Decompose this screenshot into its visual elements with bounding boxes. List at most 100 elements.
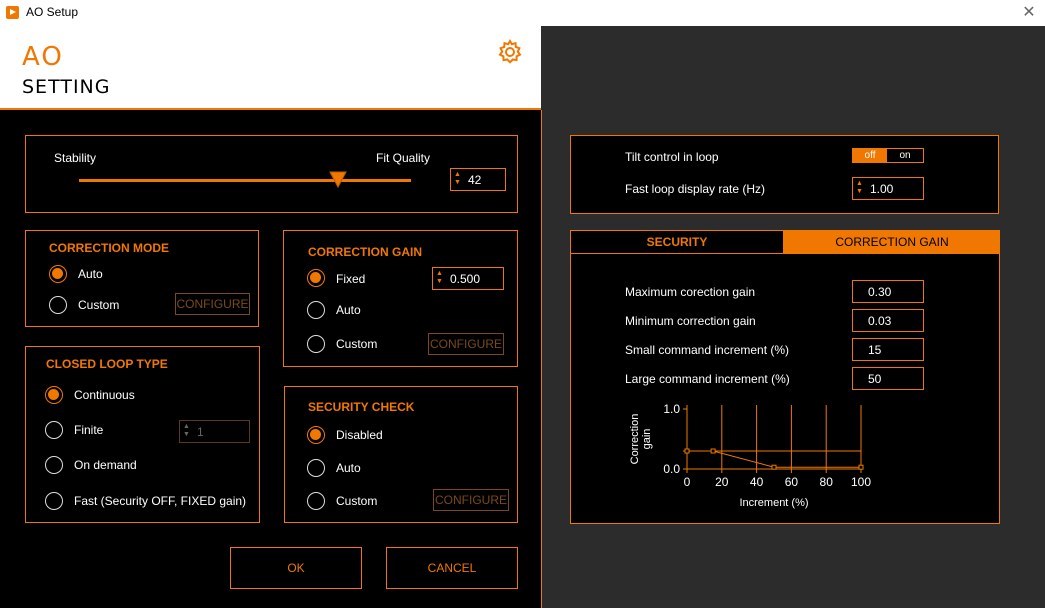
closed-loop-continuous-label: Continuous xyxy=(74,388,135,402)
stepper-arrows-icon[interactable]: ▲ ▼ xyxy=(183,423,190,439)
closed-loop-on-demand-radio[interactable] xyxy=(45,456,63,474)
min-gain-field[interactable]: 0.03 xyxy=(852,309,924,332)
security-check-custom-label: Custom xyxy=(336,494,378,508)
max-gain-field[interactable]: 0.30 xyxy=(852,280,924,303)
security-check-title: SECURITY CHECK xyxy=(308,400,415,414)
cancel-button[interactable]: CANCEL xyxy=(386,547,518,589)
toggle-on-segment[interactable]: on xyxy=(887,149,923,162)
closed-loop-fast-radio[interactable] xyxy=(45,492,63,510)
correction-gain-title: CORRECTION GAIN xyxy=(308,245,422,259)
fast-loop-rate-label: Fast loop display rate (Hz) xyxy=(625,182,766,196)
closed-loop-fast-label: Fast (Security OFF, FIXED gain) xyxy=(74,494,247,508)
correction-gain-fixed-radio[interactable] xyxy=(307,269,325,287)
correction-gain-auto-label: Auto xyxy=(336,303,361,317)
chart-xlabel: Increment (%) xyxy=(739,497,808,509)
fast-loop-rate-stepper[interactable]: ▲ ▼ 1.00 xyxy=(852,177,924,200)
closed-loop-on-demand-label: On demand xyxy=(74,458,137,472)
chart-xtick-label: 40 xyxy=(750,475,764,489)
chart-ytick-label: 1.0 xyxy=(663,402,680,416)
stability-panel: Stability Fit Quality ▲ ▼ 42 xyxy=(25,135,518,213)
stability-value: 42 xyxy=(468,173,482,187)
chart-xtick-label: 0 xyxy=(684,475,691,489)
security-check-auto-label: Auto xyxy=(336,461,361,475)
correction-gain-tab-panel: Maximum corection gain 0.30 Minimum corr… xyxy=(570,253,1000,524)
correction-mode-panel: CORRECTION MODE Auto Custom CONFIGURE xyxy=(25,230,259,327)
ok-button[interactable]: OK xyxy=(230,547,362,589)
security-check-custom-radio[interactable] xyxy=(307,492,325,510)
large-increment-label: Large command increment (%) xyxy=(625,372,790,386)
header-title-setting: SETTING xyxy=(22,76,111,98)
correction-gain-configure-button[interactable]: CONFIGURE xyxy=(428,333,504,355)
security-check-disabled-label: Disabled xyxy=(336,428,383,442)
tab-security[interactable]: SECURITY xyxy=(570,230,784,254)
chart-ytick-label: 0.0 xyxy=(663,462,680,476)
min-gain-label: Minimum correction gain xyxy=(625,314,756,328)
stepper-arrows-icon[interactable]: ▲ ▼ xyxy=(454,171,461,187)
correction-gain-fixed-stepper[interactable]: ▲ ▼ 0.500 xyxy=(432,267,504,290)
stepper-arrows-icon[interactable]: ▲ ▼ xyxy=(436,270,443,286)
chart-xtick-label: 100 xyxy=(851,475,871,489)
correction-gain-panel: CORRECTION GAIN Fixed ▲ ▼ 0.500 Auto Cust… xyxy=(283,230,518,367)
stability-slider-track[interactable] xyxy=(79,179,411,182)
fast-loop-rate-value: 1.00 xyxy=(870,182,894,196)
tilt-control-label: Tilt control in loop xyxy=(625,150,719,164)
right-header-area xyxy=(541,26,1045,110)
app-icon xyxy=(6,6,19,19)
correction-gain-auto-radio[interactable] xyxy=(307,301,325,319)
chart-series xyxy=(684,448,864,470)
max-gain-label: Maximum corection gain xyxy=(625,285,756,299)
large-increment-value: 50 xyxy=(868,372,882,386)
correction-mode-custom-radio[interactable] xyxy=(49,296,67,314)
correction-mode-configure-button[interactable]: CONFIGURE xyxy=(175,293,250,315)
closed-loop-finite-label: Finite xyxy=(74,423,104,437)
loop-settings-panel: Tilt control in loop off on Fast loop di… xyxy=(570,135,999,214)
chart-data-point xyxy=(684,448,690,454)
chart-xtick-label: 20 xyxy=(715,475,729,489)
security-check-auto-radio[interactable] xyxy=(307,459,325,477)
header: AO SETTING xyxy=(0,26,541,110)
correction-mode-auto-label: Auto xyxy=(78,267,103,281)
chart-data-point xyxy=(771,464,777,470)
closed-loop-continuous-radio[interactable] xyxy=(45,386,63,404)
correction-gain-custom-label: Custom xyxy=(336,337,378,351)
window-title: AO Setup xyxy=(26,5,79,19)
stepper-arrows-icon[interactable]: ▲ ▼ xyxy=(856,180,863,196)
chart-ylabel-line1: Correction xyxy=(629,414,641,465)
tab-correction-gain[interactable]: CORRECTION GAIN xyxy=(784,230,1000,254)
closed-loop-finite-radio[interactable] xyxy=(45,421,63,439)
closed-loop-finite-stepper[interactable]: ▲ ▼ 1 xyxy=(179,420,250,443)
chart-xtick-label: 80 xyxy=(820,475,834,489)
stability-slider-thumb[interactable] xyxy=(329,171,347,189)
chart-data-point xyxy=(858,464,864,470)
security-check-panel: SECURITY CHECK Disabled Auto Custom CONF… xyxy=(284,386,518,523)
chart-grid xyxy=(683,405,862,473)
max-gain-value: 0.30 xyxy=(868,285,892,299)
closed-loop-type-panel: CLOSED LOOP TYPE Continuous Finite ▲ ▼ 1 … xyxy=(25,346,260,523)
chart-axes: 0 20 40 60 80 100 0.0 1.0 xyxy=(663,402,871,489)
fit-quality-label: Fit Quality xyxy=(376,151,431,165)
closed-loop-type-title: CLOSED LOOP TYPE xyxy=(46,357,168,371)
correction-gain-fixed-value: 0.500 xyxy=(450,272,481,286)
title-bar: AO Setup ✕ xyxy=(0,0,1045,26)
security-check-configure-button[interactable]: CONFIGURE xyxy=(433,489,509,511)
small-increment-field[interactable]: 15 xyxy=(852,338,924,361)
correction-mode-custom-label: Custom xyxy=(78,298,120,312)
gear-icon[interactable] xyxy=(497,39,523,65)
chart-ylabel-line2: gain xyxy=(641,429,653,450)
divider xyxy=(541,110,542,608)
large-increment-field[interactable]: 50 xyxy=(852,367,924,390)
chart-xtick-label: 60 xyxy=(785,475,799,489)
gain-chart: 0 20 40 60 80 100 0.0 1.0 Correction gain Incre… xyxy=(629,402,871,509)
tilt-control-toggle[interactable]: off on xyxy=(852,148,924,163)
small-increment-value: 15 xyxy=(868,343,882,357)
security-check-disabled-radio[interactable] xyxy=(307,426,325,444)
stability-value-stepper[interactable]: ▲ ▼ 42 xyxy=(450,168,506,191)
min-gain-value: 0.03 xyxy=(868,314,892,328)
correction-mode-auto-radio[interactable] xyxy=(49,265,67,283)
closed-loop-finite-value: 1 xyxy=(197,425,204,439)
chart-data-point xyxy=(710,448,716,454)
toggle-off-segment[interactable]: off xyxy=(853,149,887,162)
small-increment-label: Small command increment (%) xyxy=(625,343,790,357)
correction-gain-custom-radio[interactable] xyxy=(307,335,325,353)
close-icon[interactable]: ✕ xyxy=(1018,2,1040,24)
